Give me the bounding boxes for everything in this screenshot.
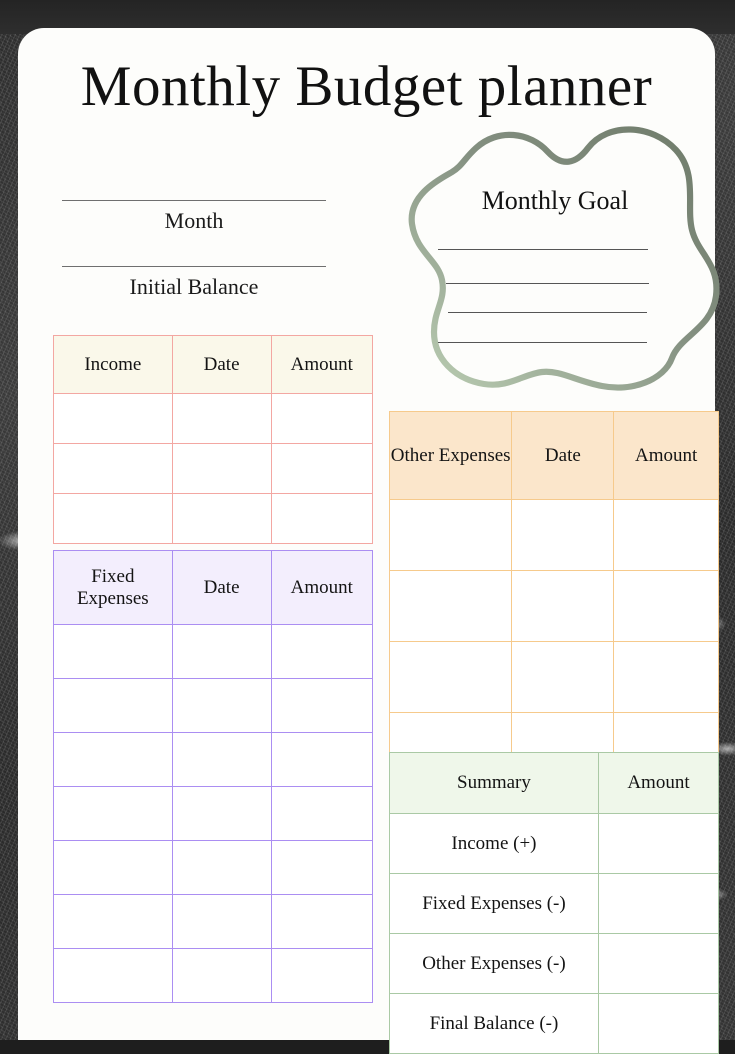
- other-expenses-table: Other Expenses Date Amount: [389, 411, 719, 784]
- fixed-cell-amount[interactable]: [271, 787, 372, 841]
- table-row: Other Expenses (-): [390, 934, 719, 994]
- monthly-goal-line-1[interactable]: [438, 249, 648, 250]
- fixed-cell-date[interactable]: [172, 949, 271, 1003]
- income-cell-date[interactable]: [172, 494, 271, 544]
- other-cell-date[interactable]: [512, 500, 614, 571]
- table-header-row: Income Date Amount: [54, 336, 373, 394]
- table-row: [54, 625, 373, 679]
- fixed-cell-date[interactable]: [172, 895, 271, 949]
- other-cell-amount[interactable]: [614, 571, 719, 642]
- summary-amount-income[interactable]: [598, 814, 718, 874]
- fixed-expenses-table: Fixed Expenses Date Amount: [53, 550, 373, 1003]
- other-header-amount: Amount: [614, 412, 719, 500]
- table-header-row: Fixed Expenses Date Amount: [54, 551, 373, 625]
- month-field-rule[interactable]: [62, 200, 326, 201]
- income-cell-amount[interactable]: [271, 394, 372, 444]
- table-row: Final Balance (-): [390, 994, 719, 1054]
- other-header-category: Other Expenses: [390, 412, 512, 500]
- other-cell-amount[interactable]: [614, 642, 719, 713]
- monthly-goal-title: Monthly Goal: [380, 186, 730, 216]
- monthly-goal-line-3[interactable]: [448, 312, 647, 313]
- income-cell-amount[interactable]: [271, 494, 372, 544]
- fixed-cell-category[interactable]: [54, 625, 173, 679]
- table-row: [54, 444, 373, 494]
- fixed-cell-date[interactable]: [172, 679, 271, 733]
- income-cell-category[interactable]: [54, 494, 173, 544]
- fixed-cell-category[interactable]: [54, 679, 173, 733]
- fixed-cell-category[interactable]: [54, 787, 173, 841]
- other-header-date: Date: [512, 412, 614, 500]
- fixed-cell-amount[interactable]: [271, 679, 372, 733]
- other-cell-date[interactable]: [512, 571, 614, 642]
- summary-amount-final-balance[interactable]: [598, 994, 718, 1054]
- monthly-goal-line-4[interactable]: [438, 342, 647, 343]
- initial-balance-field-rule[interactable]: [62, 266, 326, 267]
- summary-label-other-expenses: Other Expenses (-): [390, 934, 599, 994]
- fixed-cell-category[interactable]: [54, 895, 173, 949]
- income-cell-category[interactable]: [54, 394, 173, 444]
- month-field-label: Month: [62, 208, 326, 234]
- table-row: [54, 949, 373, 1003]
- other-cell-category[interactable]: [390, 571, 512, 642]
- table-row: Income (+): [390, 814, 719, 874]
- income-header-category: Income: [54, 336, 173, 394]
- income-header-amount: Amount: [271, 336, 372, 394]
- other-cell-category[interactable]: [390, 500, 512, 571]
- table-row: [390, 571, 719, 642]
- table-header-row: Other Expenses Date Amount: [390, 412, 719, 500]
- fixed-cell-category[interactable]: [54, 733, 173, 787]
- income-table: Income Date Amount: [53, 335, 373, 544]
- fixed-cell-date[interactable]: [172, 841, 271, 895]
- summary-header-amount: Amount: [598, 753, 718, 814]
- other-cell-category[interactable]: [390, 642, 512, 713]
- fixed-header-amount: Amount: [271, 551, 372, 625]
- table-row: [54, 787, 373, 841]
- summary-amount-fixed-expenses[interactable]: [598, 874, 718, 934]
- fixed-cell-category[interactable]: [54, 949, 173, 1003]
- monthly-goal-blob-icon: [380, 114, 730, 404]
- planner-page-card: Monthly Budget planner Month Initial Bal…: [18, 28, 715, 1040]
- table-row: Fixed Expenses (-): [390, 874, 719, 934]
- summary-header-label: Summary: [390, 753, 599, 814]
- other-cell-date[interactable]: [512, 642, 614, 713]
- summary-amount-other-expenses[interactable]: [598, 934, 718, 994]
- table-row: [54, 895, 373, 949]
- monthly-goal-card: Monthly Goal: [380, 114, 730, 404]
- fixed-cell-amount[interactable]: [271, 625, 372, 679]
- table-row: [54, 733, 373, 787]
- income-cell-category[interactable]: [54, 444, 173, 494]
- fixed-cell-category[interactable]: [54, 841, 173, 895]
- income-cell-date[interactable]: [172, 444, 271, 494]
- table-row: [54, 841, 373, 895]
- fixed-cell-date[interactable]: [172, 733, 271, 787]
- fixed-cell-amount[interactable]: [271, 841, 372, 895]
- fixed-header-date: Date: [172, 551, 271, 625]
- income-header-date: Date: [172, 336, 271, 394]
- table-row: [54, 494, 373, 544]
- summary-label-fixed-expenses: Fixed Expenses (-): [390, 874, 599, 934]
- summary-table: Summary Amount Income (+) Fixed Expenses…: [389, 752, 719, 1054]
- table-row: [54, 394, 373, 444]
- summary-label-income: Income (+): [390, 814, 599, 874]
- page-title: Monthly Budget planner: [18, 58, 715, 115]
- table-header-row: Summary Amount: [390, 753, 719, 814]
- fixed-cell-date[interactable]: [172, 625, 271, 679]
- initial-balance-field-label: Initial Balance: [62, 274, 326, 300]
- income-cell-amount[interactable]: [271, 444, 372, 494]
- fixed-cell-amount[interactable]: [271, 895, 372, 949]
- fixed-cell-amount[interactable]: [271, 949, 372, 1003]
- table-row: [54, 679, 373, 733]
- income-cell-date[interactable]: [172, 394, 271, 444]
- other-cell-amount[interactable]: [614, 500, 719, 571]
- table-row: [390, 642, 719, 713]
- fixed-cell-date[interactable]: [172, 787, 271, 841]
- fixed-cell-amount[interactable]: [271, 733, 372, 787]
- fixed-header-category: Fixed Expenses: [54, 551, 173, 625]
- table-row: [390, 500, 719, 571]
- summary-label-final-balance: Final Balance (-): [390, 994, 599, 1054]
- monthly-goal-line-2[interactable]: [446, 283, 649, 284]
